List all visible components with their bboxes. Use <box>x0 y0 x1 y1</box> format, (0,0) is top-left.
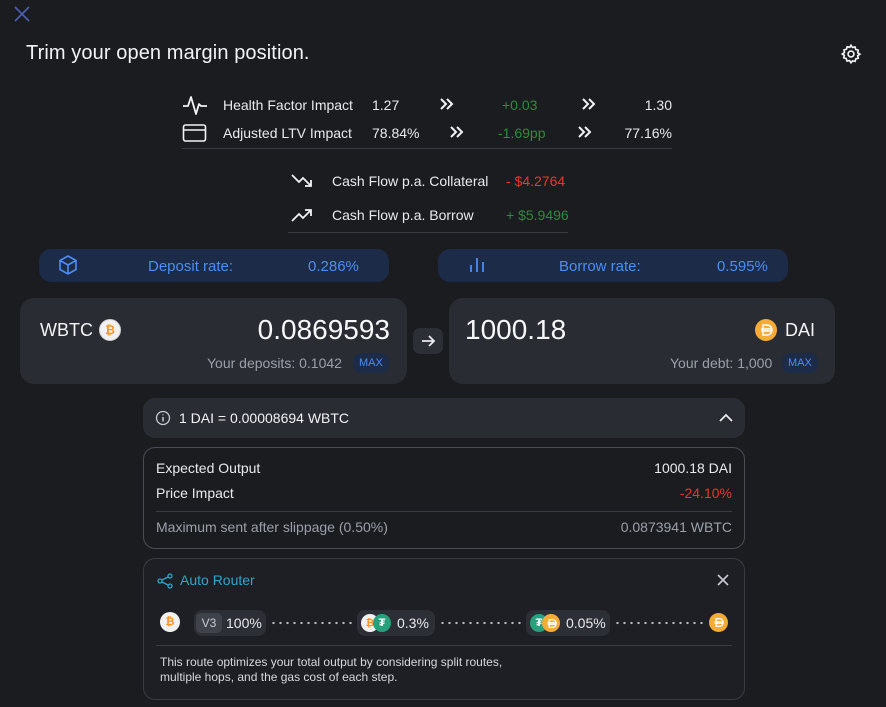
auto-router-title: Auto Router <box>180 572 255 588</box>
cash-flow-collateral-label: Cash Flow p.a. Collateral <box>332 173 489 189</box>
swap-direction-button[interactable] <box>412 327 444 355</box>
ltv-row: Adjusted LTV Impact 78.84% -1.69pp 77.16… <box>182 121 674 145</box>
borrow-rate-pill: Borrow rate: 0.595% <box>438 249 788 282</box>
auto-router-panel: Auto Router ₿ V3 100% ₿ ₮ 0.3% ₮ 0.05% T… <box>143 558 745 700</box>
hop1-fee: 0.3% <box>397 615 429 631</box>
cash-flow-borrow-label: Cash Flow p.a. Borrow <box>332 207 474 223</box>
health-factor-after: 1.30 <box>644 97 672 113</box>
from-token-card[interactable]: WBTC ₿ 0.0869593 Your deposits: 0.1042 M… <box>20 298 407 384</box>
trend-down-icon <box>290 171 314 191</box>
info-icon <box>155 410 171 429</box>
from-token-balance: Your deposits: 0.1042 <box>207 355 342 371</box>
ltv-before: 78.84% <box>372 125 420 141</box>
price-impact-value: -24.10% <box>679 485 732 501</box>
divider <box>156 645 732 646</box>
router-note-line: multiple hops, and the gas cost of each … <box>160 670 398 684</box>
price-impact-label: Price Impact <box>156 485 234 501</box>
ltv-after: 77.16% <box>624 125 672 141</box>
health-factor-delta: +0.03 <box>502 97 538 113</box>
from-token-symbol[interactable]: WBTC <box>40 320 93 341</box>
divider <box>288 232 568 233</box>
router-note-line: This route optimizes your total output b… <box>160 655 503 669</box>
borrow-rate-value: 0.595% <box>717 258 768 275</box>
ltv-delta: -1.69pp <box>498 125 546 141</box>
divider <box>182 148 672 149</box>
divider <box>156 511 732 512</box>
from-max-button[interactable]: MAX <box>353 353 389 373</box>
double-chevron-icon <box>580 95 598 113</box>
cash-flow-collateral-value: - $4.2764 <box>506 173 566 189</box>
double-chevron-icon <box>448 123 466 141</box>
from-token-amount[interactable]: 0.0869593 <box>258 314 390 346</box>
page-title: Trim your open margin position. <box>26 42 310 64</box>
exchange-rate-text: 1 DAI = 0.00008694 WBTC <box>179 410 350 426</box>
pulse-icon <box>182 94 208 116</box>
route-connector <box>614 621 706 625</box>
deposit-rate-label: Deposit rate: <box>148 258 234 275</box>
to-token-debt: Your debt: 1,000 <box>670 355 773 371</box>
dai-icon <box>755 319 777 341</box>
btc-icon: ₿ <box>99 319 121 341</box>
bar-chart-icon <box>466 254 488 276</box>
route-pool-v3: V3 100% <box>194 610 266 636</box>
chevron-up-icon[interactable] <box>717 410 735 429</box>
expected-output-label: Expected Output <box>156 460 261 476</box>
trade-details: Expected Output 1000.18 DAI Price Impact… <box>143 447 745 549</box>
health-factor-label: Health Factor Impact <box>223 97 353 113</box>
route-share: 100% <box>226 615 262 631</box>
route-icon <box>157 573 173 592</box>
to-max-button[interactable]: MAX <box>782 353 818 373</box>
cash-flow-borrow-value: + $5.9496 <box>506 207 569 223</box>
borrow-rate-label: Borrow rate: <box>559 258 641 275</box>
dai-icon <box>542 614 560 632</box>
arrow-right-icon <box>422 335 436 347</box>
btc-icon: ₿ <box>160 612 180 632</box>
card-icon <box>182 122 208 144</box>
exchange-rate-toggle[interactable]: 1 DAI = 0.00008694 WBTC <box>143 398 745 438</box>
hop2-fee: 0.05% <box>566 615 606 631</box>
dai-icon <box>709 613 728 632</box>
expected-output-value: 1000.18 DAI <box>654 460 732 476</box>
close-icon[interactable] <box>716 573 730 590</box>
to-token-symbol[interactable]: DAI <box>785 320 815 341</box>
health-factor-row: Health Factor Impact 1.27 +0.03 1.30 <box>182 93 674 117</box>
close-icon[interactable] <box>12 4 32 24</box>
gear-icon[interactable] <box>840 43 862 65</box>
double-chevron-icon <box>438 95 456 113</box>
max-sent-value: 0.0873941 WBTC <box>620 519 732 535</box>
route-connector <box>439 621 523 625</box>
cube-icon <box>57 254 79 276</box>
max-sent-label: Maximum sent after slippage (0.50%) <box>156 519 388 535</box>
deposit-rate-value: 0.286% <box>308 258 359 275</box>
cash-flow-collateral-row: Cash Flow p.a. Collateral - $4.2764 <box>290 169 580 193</box>
route-hop-1: ₿ ₮ 0.3% <box>357 610 435 636</box>
usdt-icon: ₮ <box>373 614 391 632</box>
to-token-card[interactable]: 1000.18 DAI Your debt: 1,000 MAX <box>449 298 835 384</box>
route-hop-2: ₮ 0.05% <box>526 610 610 636</box>
version-badge: V3 <box>196 613 222 633</box>
ltv-label: Adjusted LTV Impact <box>223 125 352 141</box>
deposit-rate-pill: Deposit rate: 0.286% <box>39 249 389 282</box>
to-token-amount[interactable]: 1000.18 <box>465 314 566 346</box>
health-factor-before: 1.27 <box>372 97 400 113</box>
trend-up-icon <box>290 205 314 225</box>
route-connector <box>270 621 354 625</box>
router-note: This route optimizes your total output b… <box>160 655 580 685</box>
double-chevron-icon <box>576 123 594 141</box>
cash-flow-borrow-row: Cash Flow p.a. Borrow + $5.9496 <box>290 203 580 227</box>
